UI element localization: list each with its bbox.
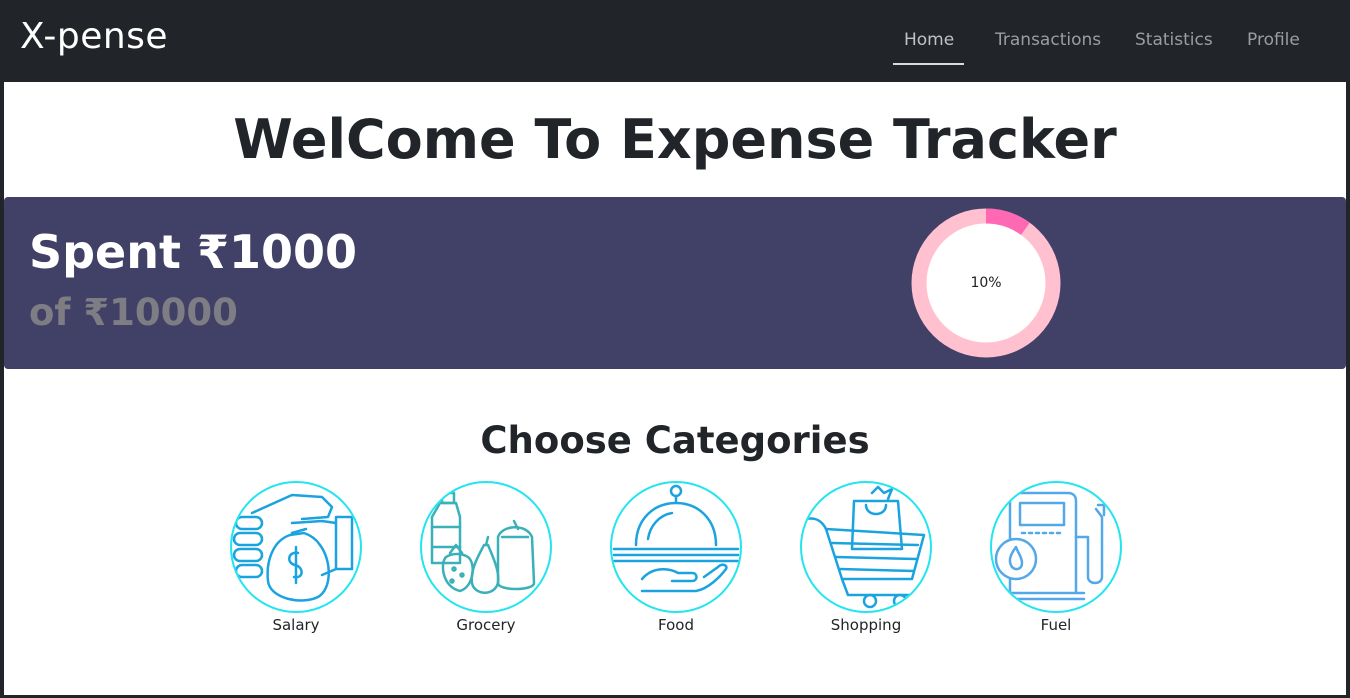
spending-summary-banner: Spent ₹1000 of ₹10000 10% xyxy=(4,197,1346,369)
category-icon-frame xyxy=(420,481,552,613)
category-fuel[interactable]: Fuel xyxy=(990,481,1122,634)
categories-heading: Choose Categories xyxy=(480,419,870,462)
nav-transactions[interactable]: Transactions xyxy=(995,30,1101,50)
category-icon-frame xyxy=(610,481,742,613)
category-food[interactable]: Food xyxy=(610,481,742,634)
nav-profile[interactable]: Profile xyxy=(1247,30,1300,50)
category-icon-frame xyxy=(800,481,932,613)
nav-home[interactable]: Home xyxy=(904,30,954,50)
category-label: Salary xyxy=(272,616,320,634)
shopping-cart-icon xyxy=(804,485,926,609)
category-label: Fuel xyxy=(1040,616,1072,634)
category-grocery[interactable]: Grocery xyxy=(420,481,552,634)
category-label: Shopping xyxy=(830,616,902,634)
food-cloche-icon xyxy=(612,484,740,593)
budget-amount: of ₹10000 xyxy=(29,291,238,334)
salary-money-bag-icon xyxy=(232,493,354,602)
active-nav-indicator xyxy=(893,63,964,65)
category-shopping[interactable]: Shopping xyxy=(800,481,932,634)
grocery-icon xyxy=(430,491,536,594)
category-icon-frame xyxy=(990,481,1122,613)
fuel-pump-icon xyxy=(994,491,1106,601)
spent-amount: Spent ₹1000 xyxy=(29,225,358,279)
brand-logo[interactable]: X-pense xyxy=(20,16,168,57)
navbar: X-pense Home Transactions Statistics Pro… xyxy=(4,0,1346,82)
category-label: Grocery xyxy=(456,616,516,634)
category-label: Food xyxy=(658,616,694,634)
page-title: WelCome To Expense Tracker xyxy=(233,108,1117,171)
nav-statistics[interactable]: Statistics xyxy=(1135,30,1213,50)
category-salary[interactable]: Salary xyxy=(230,481,362,634)
category-icon-frame xyxy=(230,481,362,613)
progress-percent-label: 10% xyxy=(970,275,1002,291)
